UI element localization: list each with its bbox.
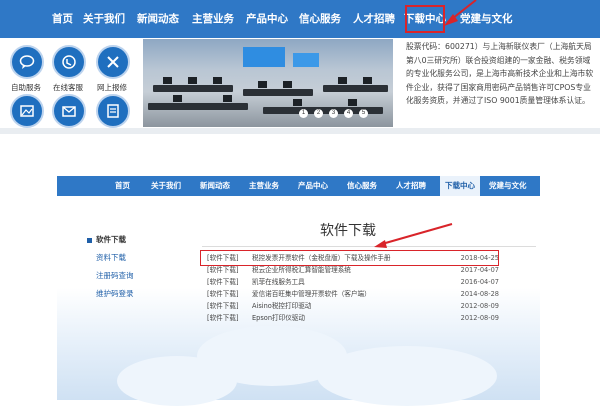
bottom-annotation-arrow <box>374 223 453 248</box>
